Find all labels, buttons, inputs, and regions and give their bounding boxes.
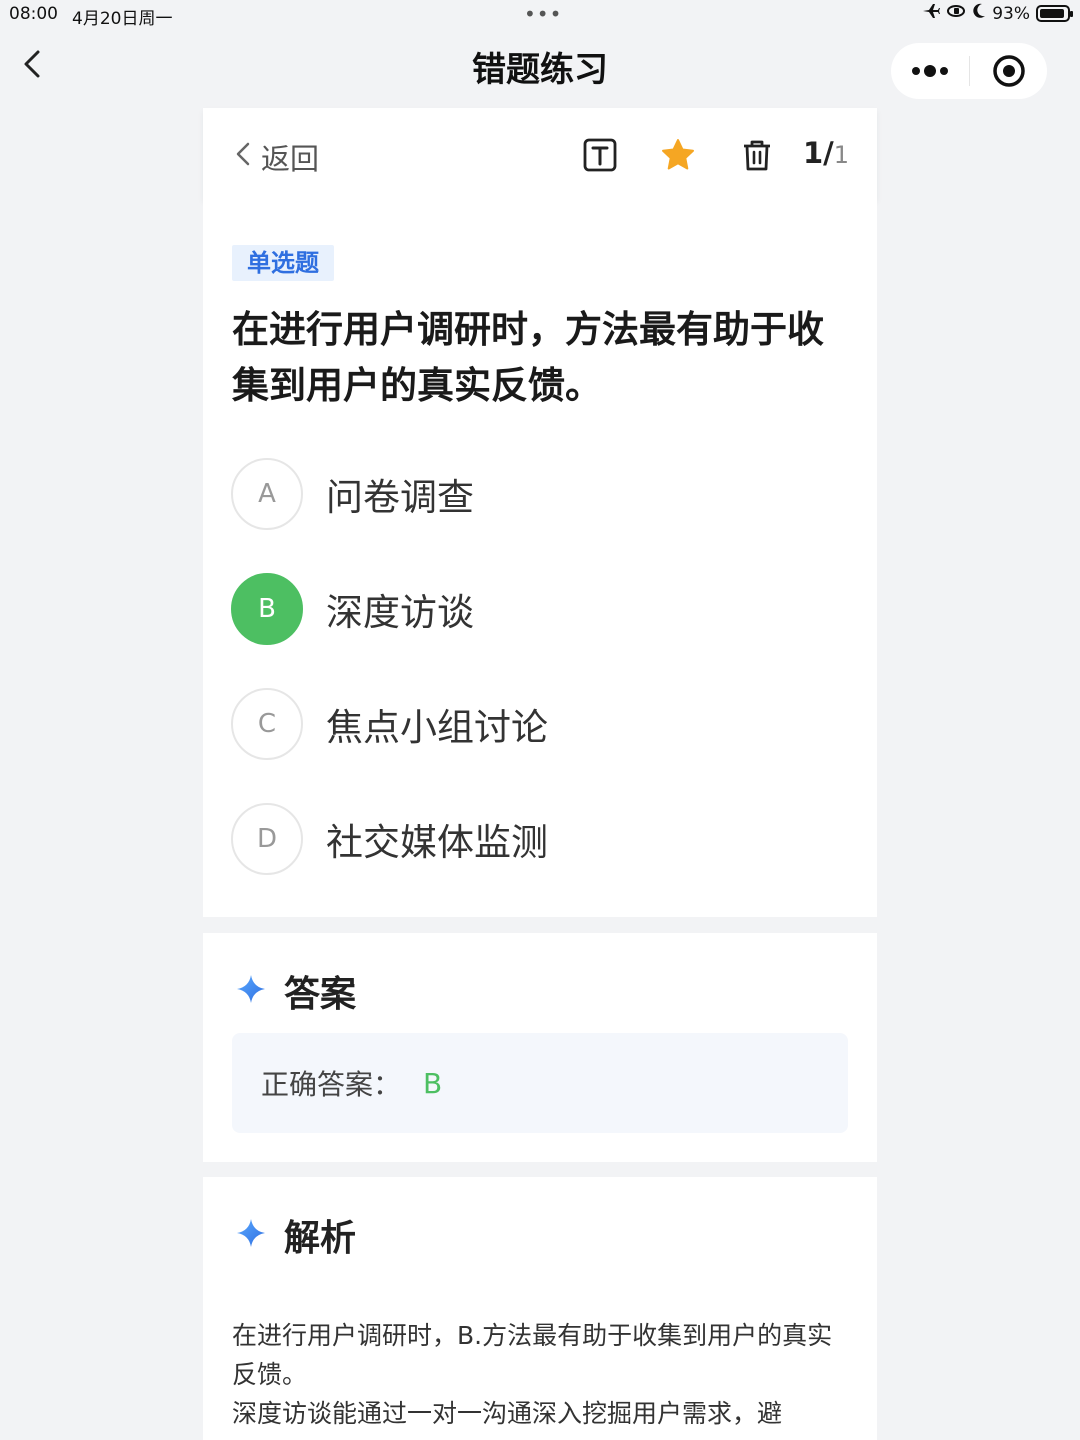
- question-counter: 1/1: [803, 136, 849, 170]
- nav-bar: 错题练习: [0, 30, 1080, 108]
- answer-card: 答案 正确答案： B: [203, 933, 877, 1162]
- mini-program-capsule: [891, 43, 1047, 99]
- analysis-header: 解析: [236, 1209, 356, 1261]
- question-toolbar: 返回 1/1: [203, 108, 877, 200]
- battery-icon: [1036, 5, 1073, 22]
- chevron-left-icon: [235, 140, 251, 174]
- question-type-badge: 单选题: [232, 245, 334, 281]
- star-icon[interactable]: [661, 138, 695, 172]
- close-target-icon[interactable]: [970, 43, 1047, 99]
- option-text: 焦点小组讨论: [326, 706, 548, 749]
- option-letter: D: [231, 803, 303, 875]
- correct-answer-label: 正确答案：: [261, 1068, 402, 1101]
- analysis-text: 在进行用户调研时，B.方法最有助于收集到用户的真实反馈。 深度访谈能通过一对一沟…: [232, 1321, 833, 1428]
- status-date: 4月20日周一: [72, 9, 173, 29]
- option-text: 问卷调查: [326, 476, 474, 519]
- option-c[interactable]: C 焦点小组讨论: [231, 688, 548, 760]
- option-letter-selected: B: [231, 573, 303, 645]
- sparkle-icon: [236, 1218, 266, 1252]
- battery-percent: 93%: [992, 3, 1030, 24]
- back-link[interactable]: 返回: [235, 136, 319, 178]
- correct-answer-value: B: [423, 1066, 443, 1100]
- option-text: 深度访谈: [326, 591, 474, 634]
- correct-answer-box: 正确答案： B: [232, 1033, 848, 1133]
- font-size-icon[interactable]: [583, 138, 617, 172]
- status-indicators: 93%: [922, 3, 1073, 24]
- analysis-card: 解析 在进行用户调研时，B.方法最有助于收集到用户的真实反馈。 深度访谈能通过一…: [203, 1177, 877, 1440]
- answer-title: 答案: [284, 974, 357, 1015]
- sparkle-icon: [236, 974, 266, 1008]
- screen-lock-rotation-icon: [946, 3, 966, 24]
- option-text: 社交媒体监测: [326, 821, 548, 864]
- battery-level-fill: [1040, 9, 1065, 18]
- question-text: 在进行用户调研时，方法最有助于收集到用户的真实反馈。: [232, 308, 824, 407]
- multitask-dots-icon[interactable]: •••: [524, 2, 562, 26]
- status-time: 08:00: [9, 4, 58, 24]
- option-b[interactable]: B 深度访谈: [231, 573, 474, 645]
- counter-current: 1/: [802, 136, 834, 170]
- option-d[interactable]: D 社交媒体监测: [231, 803, 548, 875]
- answer-header: 答案: [236, 965, 356, 1017]
- status-bar: 08:00 4月20日周一 ••• 93%: [0, 0, 1080, 30]
- back-label: 返回: [261, 142, 320, 176]
- option-letter: C: [231, 688, 303, 760]
- more-icon[interactable]: [891, 43, 969, 99]
- counter-total: 1: [833, 141, 849, 169]
- option-a[interactable]: A 问卷调查: [231, 458, 474, 530]
- moon-icon: [972, 3, 986, 24]
- option-letter: A: [231, 458, 303, 530]
- trash-icon[interactable]: [741, 138, 775, 172]
- airplane-mode-icon: [922, 3, 941, 24]
- analysis-title: 解析: [284, 1218, 357, 1259]
- question-card: 单选题 在进行用户调研时，方法最有助于收集到用户的真实反馈。 A 问卷调查 B …: [203, 200, 877, 917]
